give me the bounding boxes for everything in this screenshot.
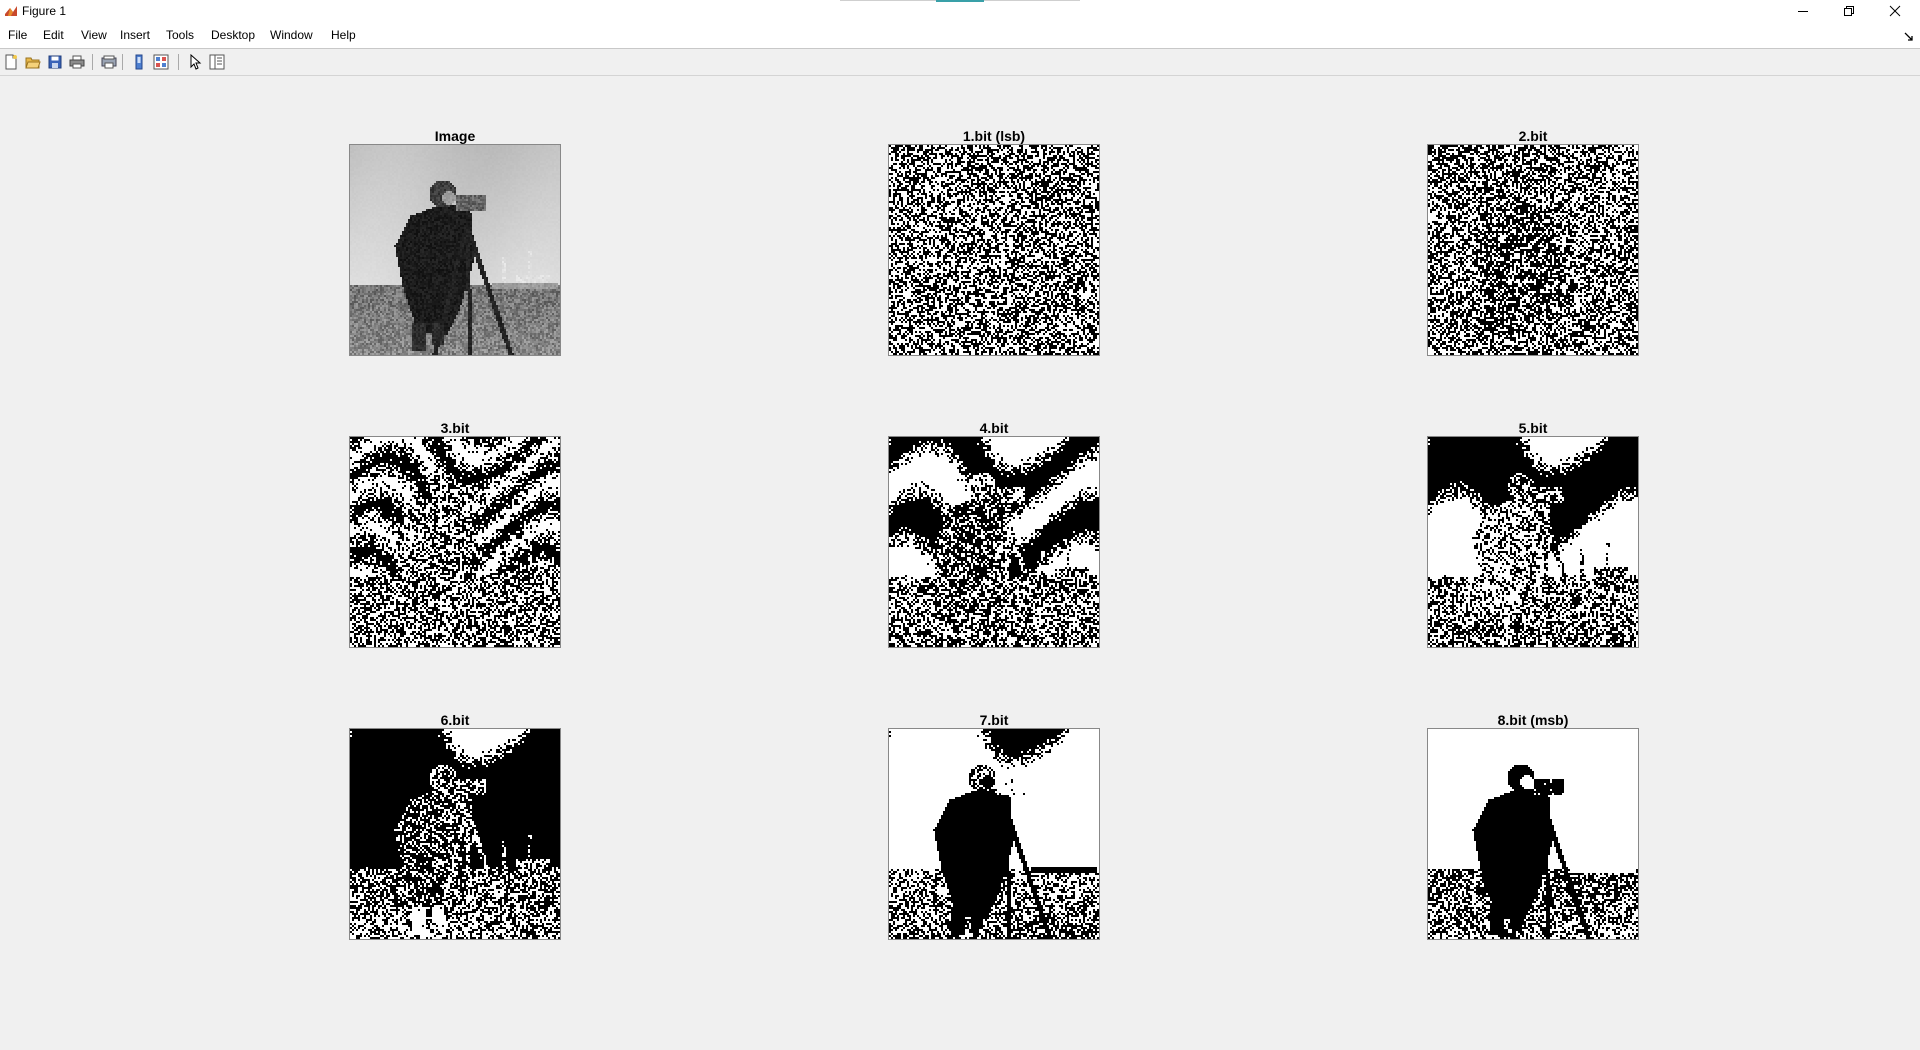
subplot-title: 7.bit xyxy=(979,712,1009,728)
subplot-title: 6.bit xyxy=(440,712,470,728)
bitplane-axes[interactable] xyxy=(888,728,1100,940)
print-button[interactable] xyxy=(68,53,86,71)
menu-bar: File Edit View Insert Tools Desktop Wind… xyxy=(0,22,1920,49)
bitplane-axes[interactable] xyxy=(888,144,1100,356)
menu-help[interactable]: Help xyxy=(331,28,356,42)
link-plot-button[interactable] xyxy=(130,53,148,71)
menu-desktop[interactable]: Desktop xyxy=(211,28,255,42)
open-file-button[interactable] xyxy=(24,53,42,71)
matlab-icon xyxy=(5,6,17,16)
menu-file[interactable]: File xyxy=(8,28,27,42)
menu-insert[interactable]: Insert xyxy=(120,28,150,42)
window-title: Figure 1 xyxy=(22,4,67,18)
print-icon xyxy=(69,55,85,69)
bitplane-axes[interactable] xyxy=(1427,728,1639,940)
subplot-title: 4.bit xyxy=(979,420,1009,436)
property-inspector-icon xyxy=(209,54,225,70)
edit-plot-arrow-icon xyxy=(190,54,202,70)
restore-icon xyxy=(1844,6,1854,16)
bitplane-axes[interactable] xyxy=(1427,436,1639,648)
new-figure-button[interactable] xyxy=(2,53,20,71)
subplot-title: 5.bit xyxy=(1518,420,1548,436)
menu-tools[interactable]: Tools xyxy=(166,28,194,42)
close-icon xyxy=(1889,5,1901,17)
title-accent xyxy=(936,0,984,2)
subplot-title: 3.bit xyxy=(440,420,470,436)
open-file-icon xyxy=(25,57,41,69)
subplot-title: 8.bit (msb) xyxy=(1497,712,1569,728)
undock-icon[interactable] xyxy=(1904,32,1914,42)
bitplane-axes[interactable] xyxy=(349,436,561,648)
menu-edit[interactable]: Edit xyxy=(43,28,64,42)
minimize-icon xyxy=(1798,11,1808,12)
edit-plot-button[interactable] xyxy=(186,53,204,71)
figure-canvas: Image 1.bit (lsb) 2.bit 3.bit 4.bit 5.bi… xyxy=(0,76,1920,1050)
image-axes[interactable] xyxy=(349,144,561,356)
new-figure-icon xyxy=(5,54,17,70)
menu-window[interactable]: Window xyxy=(270,28,313,42)
toolbar-separator xyxy=(122,54,123,70)
link-plot-icon xyxy=(135,54,143,70)
subplot-title: 1.bit (lsb) xyxy=(962,128,1026,144)
subplot-title: 2.bit xyxy=(1518,128,1548,144)
restore-button[interactable] xyxy=(1826,0,1872,22)
minimize-button[interactable] xyxy=(1780,0,1826,22)
subplot-title: Image xyxy=(434,128,476,144)
bitplane-axes[interactable] xyxy=(349,728,561,940)
menu-view[interactable]: View xyxy=(81,28,107,42)
print-preview-button[interactable] xyxy=(100,53,118,71)
figure-toolbar xyxy=(0,49,1920,76)
save-icon xyxy=(48,55,62,69)
bitplane-axes[interactable] xyxy=(1427,144,1639,356)
save-button[interactable] xyxy=(46,53,64,71)
bitplane-axes[interactable] xyxy=(888,436,1100,648)
toolbar-separator xyxy=(178,54,179,70)
print-preview-icon xyxy=(101,55,117,69)
title-bar: Figure 1 xyxy=(0,0,1920,22)
property-inspector-button[interactable] xyxy=(208,53,226,71)
figure-window: Figure 1 File Edit View Insert Tools Des… xyxy=(0,0,1920,1050)
data-cursor-button[interactable] xyxy=(152,53,170,71)
close-button[interactable] xyxy=(1872,0,1918,22)
toolbar-separator xyxy=(92,54,93,70)
data-cursor-icon xyxy=(153,54,169,70)
